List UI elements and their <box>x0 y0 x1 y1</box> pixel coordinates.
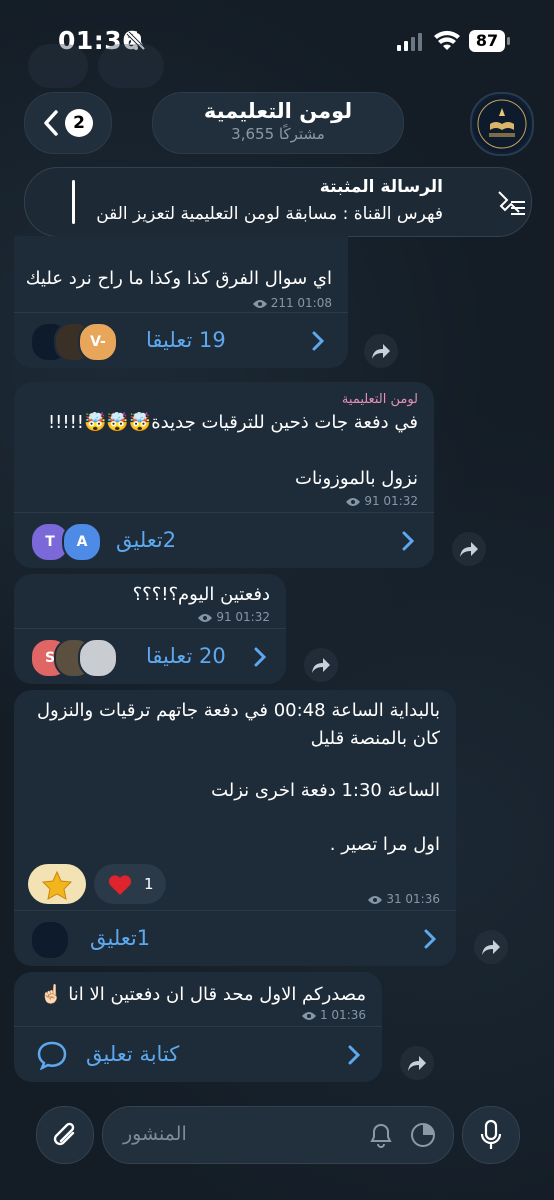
message-meta: 91 01:32 <box>345 494 418 508</box>
heart-icon <box>108 875 132 895</box>
comments-button[interactable]: T A 2تعليق <box>14 514 434 568</box>
message-text: نزول بالموزونات <box>295 468 418 489</box>
message-meta-text: 211 01:08 <box>270 296 332 310</box>
star-icon <box>41 870 73 900</box>
forward-button[interactable] <box>452 532 486 566</box>
avatar: A <box>62 522 102 562</box>
battery-level: 87 <box>475 31 499 50</box>
subscriber-count: 3,655 مشتركًا <box>231 125 325 143</box>
views-eye-icon <box>198 613 213 622</box>
chevron-left-icon <box>44 110 58 136</box>
share-arrow-icon <box>460 542 478 557</box>
attach-button[interactable] <box>36 1106 94 1164</box>
views-eye-icon <box>301 1011 316 1020</box>
message-bubble: بالبداية الساعة 00:48 في دفعة جاتهم ترقي… <box>14 690 456 966</box>
post-input[interactable]: المنشور <box>102 1106 454 1164</box>
message-meta: 1 01:36 <box>301 1008 366 1022</box>
message-text: كان بالمنصة قليل <box>310 728 440 749</box>
pinned-message-bar[interactable]: الرسالة المثبتة فهرس القناة : مسابقة لوم… <box>24 167 532 237</box>
pinned-text: فهرس القناة : مسابقة لومن التعليمية لتعز… <box>96 204 443 224</box>
chevron-right-icon <box>254 647 266 667</box>
write-comment-button[interactable]: كتابة تعليق <box>14 1028 382 1082</box>
microphone-icon <box>480 1119 502 1149</box>
battery-indicator: 87 <box>469 30 510 52</box>
back-button[interactable]: 2 <box>24 92 112 154</box>
avatar <box>78 638 118 678</box>
message-text: الساعة 1:30 دفعة اخرى نزلت <box>211 780 440 801</box>
channel-avatar[interactable] <box>470 92 534 156</box>
message-bubble: مصدركم الاول محد قال ان دفعتين الا انا ☝… <box>14 972 382 1082</box>
message-text: دفعتين اليوم؟!؟؟؟ <box>132 584 270 605</box>
message-meta: 91 01:32 <box>197 610 270 624</box>
divider <box>14 512 434 513</box>
comments-button[interactable]: V- 19 تعليقا <box>14 314 348 368</box>
input-placeholder: المنشور <box>123 1123 187 1145</box>
message-meta: 211 01:08 <box>252 296 332 310</box>
comments-button[interactable]: S 20 تعليقا <box>14 630 286 684</box>
message-text: في دفعة جات ذحين للترقيات جديدة🤯🤯🤯!!!!! <box>47 412 418 433</box>
schedule-icon[interactable] <box>409 1121 437 1149</box>
lumen-logo-icon <box>474 96 530 152</box>
chevron-right-icon <box>312 331 324 351</box>
pin-list-icon[interactable] <box>495 188 527 216</box>
bell-icon[interactable] <box>369 1122 393 1148</box>
heart-count: 1 <box>144 875 154 893</box>
views-eye-icon <box>346 497 361 506</box>
avatar <box>30 920 70 960</box>
message-meta-text: 31 01:36 <box>386 892 440 906</box>
pinned-title: الرسالة المثبتة <box>319 177 443 197</box>
reaction-star[interactable] <box>28 864 86 904</box>
comments-count-label: 20 تعليقا <box>146 644 226 668</box>
divider <box>14 910 456 911</box>
message-meta: 31 01:36 <box>367 892 440 906</box>
unread-count-badge: 2 <box>65 109 93 137</box>
channel-title-button[interactable]: لومن التعليمية 3,655 مشتركًا <box>152 92 404 154</box>
message-meta-text: 1 01:36 <box>319 1008 366 1022</box>
share-arrow-icon <box>312 658 330 673</box>
chat-header: 2 لومن التعليمية 3,655 مشتركًا <box>0 90 554 160</box>
wifi-icon <box>434 30 460 50</box>
comments-count-label: 2تعليق <box>116 528 177 552</box>
avatar: V- <box>78 322 118 362</box>
divider <box>14 628 286 629</box>
share-arrow-icon <box>482 940 500 955</box>
sender-name: لومن التعليمية <box>341 392 418 407</box>
forward-button[interactable] <box>474 930 508 964</box>
reaction-heart[interactable]: 1 <box>94 864 166 904</box>
message-bubble: دفعتين اليوم؟!؟؟؟ 91 01:32 S 20 تعليقا <box>14 574 286 684</box>
comment-bubble-icon <box>37 1041 67 1070</box>
forward-button[interactable] <box>400 1046 434 1080</box>
forward-button[interactable] <box>304 648 338 682</box>
divider <box>14 1026 382 1027</box>
chevron-right-icon <box>424 929 436 949</box>
background-reactions-ghost <box>28 44 164 88</box>
write-comment-label: كتابة تعليق <box>86 1042 180 1066</box>
divider <box>14 312 348 313</box>
voice-record-button[interactable] <box>462 1106 520 1164</box>
message-bubble: لومن التعليمية في دفعة جات ذحين للترقيات… <box>14 382 434 568</box>
paperclip-icon <box>53 1122 75 1146</box>
composer-bar: المنشور <box>0 1098 554 1200</box>
views-eye-icon <box>252 299 267 308</box>
message-text: مصدركم الاول محد قال ان دفعتين الا انا ☝… <box>40 984 366 1005</box>
cellular-signal-icon <box>397 33 422 51</box>
comments-count-label: 19 تعليقا <box>146 328 226 352</box>
comments-count-label: 1تعليق <box>90 926 151 950</box>
message-text: اي سوال الفرق كذا وكذا ما راح نرد عليك <box>25 268 332 289</box>
chevron-right-icon <box>348 1045 360 1065</box>
forward-button[interactable] <box>364 334 398 368</box>
comments-button[interactable]: 1تعليق <box>14 912 456 966</box>
chevron-right-icon <box>402 531 414 551</box>
channel-title: لومن التعليمية <box>203 99 353 123</box>
message-bubble: اي سوال الفرق كذا وكذا ما راح نرد عليك 2… <box>14 236 348 368</box>
views-eye-icon <box>368 895 383 904</box>
message-text: اول مرا تصير . <box>329 834 440 855</box>
message-meta-text: 91 01:32 <box>216 610 270 624</box>
message-text: بالبداية الساعة 00:48 في دفعة جاتهم ترقي… <box>36 700 440 721</box>
share-arrow-icon <box>408 1056 426 1071</box>
share-arrow-icon <box>372 344 390 359</box>
message-meta-text: 91 01:32 <box>364 494 418 508</box>
